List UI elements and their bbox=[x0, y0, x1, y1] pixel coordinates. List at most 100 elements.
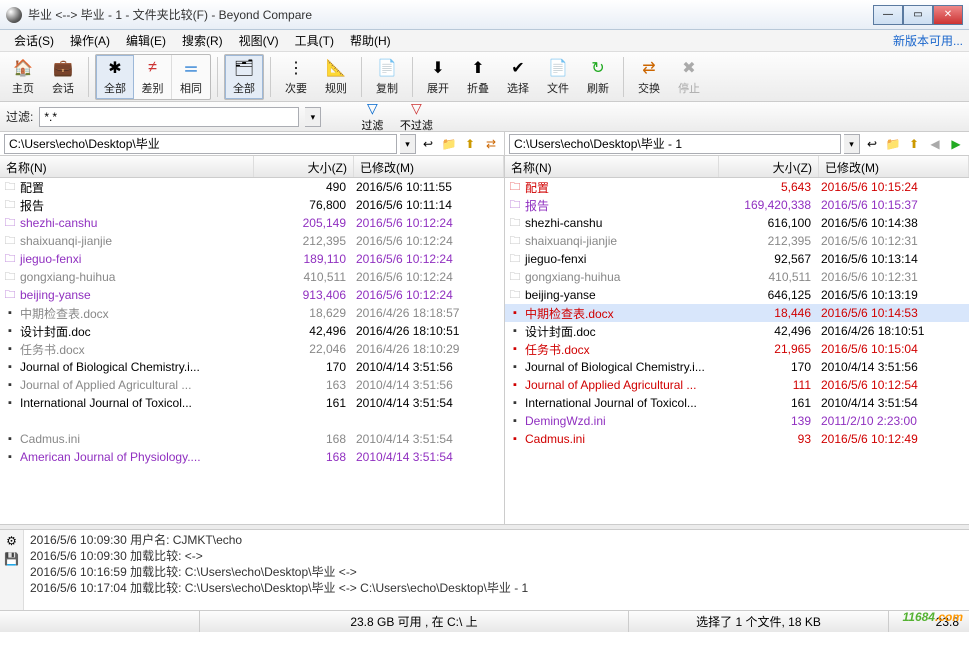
right-path-input[interactable] bbox=[509, 134, 841, 154]
minimize-button[interactable]: — bbox=[873, 5, 903, 25]
file-row[interactable]: 🗀gongxiang-huihua410,5112016/5/6 10:12:3… bbox=[505, 268, 969, 286]
close-button[interactable]: ✕ bbox=[933, 5, 963, 25]
right-path-dropdown[interactable]: ▾ bbox=[844, 134, 860, 154]
left-path-input[interactable] bbox=[4, 134, 397, 154]
file-row[interactable]: ▪International Journal of Toxicol...1612… bbox=[505, 394, 969, 412]
collapse-button[interactable]: ⬆折叠 bbox=[459, 55, 497, 99]
col-modified[interactable]: 已修改(M) bbox=[354, 156, 504, 177]
col-size[interactable]: 大小(Z) bbox=[719, 156, 819, 177]
file-row[interactable]: 🗀shezhi-canshu616,1002016/5/6 10:14:38 bbox=[505, 214, 969, 232]
right-file-list[interactable]: 🗀配置5,6432016/5/6 10:15:24🗀报告169,420,3382… bbox=[505, 178, 969, 524]
home-button[interactable]: 🏠主页 bbox=[4, 55, 42, 99]
file-row[interactable]: 🗀jieguo-fenxi92,5672016/5/6 10:13:14 bbox=[505, 250, 969, 268]
left-path-dropdown[interactable]: ▾ bbox=[400, 134, 416, 154]
file-date: 2016/4/26 18:10:51 bbox=[352, 324, 502, 338]
left-file-list[interactable]: 🗀配置4902016/5/6 10:11:55🗀报告76,8002016/5/6… bbox=[0, 178, 504, 524]
file-row[interactable]: ▪任务书.docx22,0462016/4/26 18:10:29 bbox=[0, 340, 504, 358]
file-row[interactable]: 🗀shaixuanqi-jianjie212,3952016/5/6 10:12… bbox=[0, 232, 504, 250]
file-row[interactable]: 🗀shezhi-canshu205,1492016/5/6 10:12:24 bbox=[0, 214, 504, 232]
right-browse-button[interactable]: 📁 bbox=[884, 135, 902, 153]
file-row[interactable]: ▪International Journal of Toxicol...1612… bbox=[0, 394, 504, 412]
col-size[interactable]: 大小(Z) bbox=[254, 156, 354, 177]
file-name: Journal of Applied Agricultural ... bbox=[523, 378, 717, 392]
update-link[interactable]: 新版本可用... bbox=[893, 32, 963, 49]
copy-button[interactable]: 📄复制 bbox=[368, 55, 406, 99]
file-row[interactable]: 🗀beijing-yanse646,1252016/5/6 10:13:19 bbox=[505, 286, 969, 304]
expand-button[interactable]: ⬇展开 bbox=[419, 55, 457, 99]
log-line: 2016/5/6 10:09:30 用户名: CJMKT\echo bbox=[30, 532, 963, 548]
filter-input[interactable] bbox=[39, 107, 299, 127]
filter-dropdown[interactable]: ▾ bbox=[305, 107, 321, 127]
show-all-button[interactable]: ✱全部 bbox=[96, 55, 134, 99]
file-row[interactable]: ▪American Journal of Physiology....16820… bbox=[0, 448, 504, 466]
file-row[interactable] bbox=[0, 412, 504, 430]
col-modified[interactable]: 已修改(M) bbox=[819, 156, 969, 177]
file-row[interactable]: ▪Cadmus.ini932016/5/6 10:12:49 bbox=[505, 430, 969, 448]
log-pane: ⚙ 💾 2016/5/6 10:09:30 用户名: CJMKT\echo201… bbox=[0, 530, 969, 610]
file-row[interactable]: ▪Journal of Applied Agricultural ...1632… bbox=[0, 376, 504, 394]
menu-help[interactable]: 帮助(H) bbox=[342, 30, 399, 51]
file-row[interactable]: 🗀报告76,8002016/5/6 10:11:14 bbox=[0, 196, 504, 214]
refresh-button[interactable]: ↻刷新 bbox=[579, 55, 617, 99]
col-name[interactable]: 名称(N) bbox=[505, 156, 719, 177]
right-up-button[interactable]: ⬆ bbox=[905, 135, 923, 153]
log-text[interactable]: 2016/5/6 10:09:30 用户名: CJMKT\echo2016/5/… bbox=[24, 530, 969, 610]
show-same-button[interactable]: ＝相同 bbox=[172, 55, 210, 99]
sessions-button[interactable]: 💼会话 bbox=[44, 55, 82, 99]
right-nav-back[interactable]: ◀ bbox=[926, 135, 944, 153]
file-row[interactable]: 🗀gongxiang-huihua410,5112016/5/6 10:12:2… bbox=[0, 268, 504, 286]
file-row[interactable]: ▪中期检查表.docx18,6292016/4/26 18:18:57 bbox=[0, 304, 504, 322]
file-name: shezhi-canshu bbox=[18, 216, 252, 230]
menu-action[interactable]: 操作(A) bbox=[62, 30, 118, 51]
filter-mode-group: ✱全部 ≠差别 ＝相同 bbox=[95, 54, 211, 100]
stop-button[interactable]: ✖停止 bbox=[670, 55, 708, 99]
file-size: 410,511 bbox=[717, 270, 817, 284]
file-row[interactable]: ▪中期检查表.docx18,4462016/5/6 10:14:53 bbox=[505, 304, 969, 322]
file-row[interactable]: 🗀报告169,420,3382016/5/6 10:15:37 bbox=[505, 196, 969, 214]
status-bar: 23.8 GB 可用 , 在 C:\ 上 选择了 1 个文件, 18 KB 23… bbox=[0, 610, 969, 632]
left-swap-button[interactable]: ⇄ bbox=[482, 135, 500, 153]
save-log-icon[interactable]: 💾 bbox=[4, 552, 19, 566]
file-row[interactable]: 🗀配置5,6432016/5/6 10:15:24 bbox=[505, 178, 969, 196]
file-name: 配置 bbox=[18, 179, 252, 196]
rules-button[interactable]: 📐规则 bbox=[317, 55, 355, 99]
select-button[interactable]: ✔选择 bbox=[499, 55, 537, 99]
maximize-button[interactable]: ▭ bbox=[903, 5, 933, 25]
file-row[interactable]: 🗀shaixuanqi-jianjie212,3952016/5/6 10:12… bbox=[505, 232, 969, 250]
file-row[interactable]: ▪Journal of Biological Chemistry.i...170… bbox=[505, 358, 969, 376]
file-row[interactable]: ▪Journal of Biological Chemistry.i...170… bbox=[0, 358, 504, 376]
menu-view[interactable]: 视图(V) bbox=[231, 30, 287, 51]
file-row[interactable]: ▪Cadmus.ini1682010/4/14 3:51:54 bbox=[0, 430, 504, 448]
filter-clear-button[interactable]: ▽不过滤 bbox=[397, 100, 435, 133]
file-name: Journal of Applied Agricultural ... bbox=[18, 378, 252, 392]
file-row[interactable]: ▪任务书.docx21,9652016/5/6 10:15:04 bbox=[505, 340, 969, 358]
menu-session[interactable]: 会话(S) bbox=[6, 30, 62, 51]
files-button[interactable]: 📄文件 bbox=[539, 55, 577, 99]
menu-tools[interactable]: 工具(T) bbox=[287, 30, 342, 51]
file-row[interactable]: ▪DemingWzd.ini1392011/2/10 2:23:00 bbox=[505, 412, 969, 430]
struct-all-button[interactable]: 🗂全部 bbox=[225, 55, 263, 99]
filter-apply-button[interactable]: ▽过滤 bbox=[353, 100, 391, 133]
minor-button[interactable]: ⋮次要 bbox=[277, 55, 315, 99]
file-size: 22,046 bbox=[252, 342, 352, 356]
show-diff-button[interactable]: ≠差别 bbox=[134, 55, 172, 99]
left-browse-button[interactable]: 📁 bbox=[440, 135, 458, 153]
file-row[interactable]: ▪Journal of Applied Agricultural ...1112… bbox=[505, 376, 969, 394]
swap-button[interactable]: ⇄交换 bbox=[630, 55, 668, 99]
right-history-button[interactable]: ↩ bbox=[863, 135, 881, 153]
file-size: 5,643 bbox=[717, 180, 817, 194]
col-name[interactable]: 名称(N) bbox=[0, 156, 254, 177]
menu-edit[interactable]: 编辑(E) bbox=[118, 30, 174, 51]
file-row[interactable]: 🗀beijing-yanse913,4062016/5/6 10:12:24 bbox=[0, 286, 504, 304]
file-row[interactable]: ▪设计封面.doc42,4962016/4/26 18:10:51 bbox=[505, 322, 969, 340]
file-name: DemingWzd.ini bbox=[523, 414, 717, 428]
gear-icon[interactable]: ⚙ bbox=[6, 534, 17, 548]
file-row[interactable]: 🗀配置4902016/5/6 10:11:55 bbox=[0, 178, 504, 196]
menu-search[interactable]: 搜索(R) bbox=[174, 30, 231, 51]
file-row[interactable]: ▪设计封面.doc42,4962016/4/26 18:10:51 bbox=[0, 322, 504, 340]
left-up-button[interactable]: ⬆ bbox=[461, 135, 479, 153]
left-column-header: 名称(N) 大小(Z) 已修改(M) bbox=[0, 156, 504, 178]
file-row[interactable]: 🗀jieguo-fenxi189,1102016/5/6 10:12:24 bbox=[0, 250, 504, 268]
left-history-button[interactable]: ↩ bbox=[419, 135, 437, 153]
right-nav-fwd[interactable]: ▶ bbox=[947, 135, 965, 153]
